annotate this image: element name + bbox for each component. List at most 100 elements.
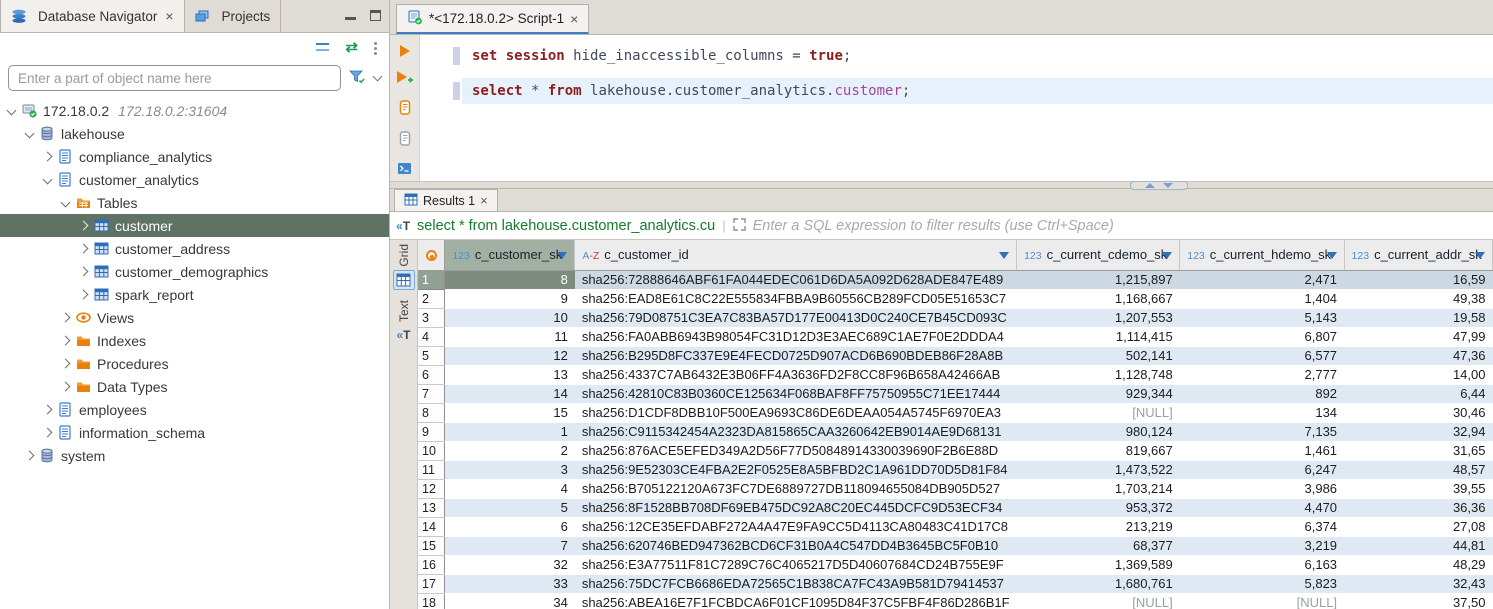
tree-item-172-18-0-2[interactable]: 172.18.0.2172.18.0.2:31604 (0, 99, 389, 122)
cell-c_current_hdemo_sk[interactable]: 1,404 (1180, 289, 1344, 308)
column-dropdown-icon[interactable] (999, 252, 1009, 259)
presentation-tab-text[interactable]: Text «T (393, 300, 415, 345)
cell-c_current_cdemo_sk[interactable]: 929,344 (1017, 384, 1180, 403)
cell-c_current_addr_sk[interactable]: 37,50 (1344, 593, 1492, 609)
row-number[interactable]: 2 (418, 289, 445, 308)
cell-c_current_hdemo_sk[interactable]: 2,471 (1180, 270, 1344, 289)
cell-c_customer_sk[interactable]: 13 (445, 365, 575, 384)
row-number[interactable]: 18 (418, 593, 445, 609)
sql-editor-content[interactable]: set session hide_inaccessible_columns = … (420, 35, 1493, 181)
cell-c_customer_sk[interactable]: 2 (445, 441, 575, 460)
column-header-c_current_addr_sk[interactable]: 123c_current_addr_sk (1344, 240, 1492, 270)
collapse-node-icon[interactable] (7, 106, 17, 116)
cell-c_current_cdemo_sk[interactable]: 1,168,667 (1017, 289, 1180, 308)
view-menu-icon[interactable] (374, 42, 377, 45)
row-number[interactable]: 3 (418, 308, 445, 327)
cell-c_current_hdemo_sk[interactable]: 3,219 (1180, 536, 1344, 555)
collapse-node-icon[interactable] (61, 198, 71, 208)
cell-c_current_addr_sk[interactable]: 44,81 (1344, 536, 1492, 555)
cell-c_current_cdemo_sk[interactable]: 1,703,214 (1017, 479, 1180, 498)
cell-c_current_cdemo_sk[interactable]: 953,372 (1017, 498, 1180, 517)
expand-node-icon[interactable] (61, 336, 71, 346)
collapse-node-icon[interactable] (25, 129, 35, 139)
cell-c_customer_sk[interactable]: 10 (445, 308, 575, 327)
execute-new-tab-icon[interactable] (396, 70, 413, 87)
cell-c_customer_id[interactable]: sha256:79D08751C3EA7C83BA57D177E00413D0C… (575, 308, 1017, 327)
cell-c_current_addr_sk[interactable]: 19,58 (1344, 308, 1492, 327)
cell-c_current_hdemo_sk[interactable]: 134 (1180, 403, 1344, 422)
cell-c_current_hdemo_sk[interactable]: 1,461 (1180, 441, 1344, 460)
cell-c_current_hdemo_sk[interactable]: 892 (1180, 384, 1344, 403)
cell-c_current_addr_sk[interactable]: 27,08 (1344, 517, 1492, 536)
tree-item-customer-address[interactable]: customer_address (0, 237, 389, 260)
cell-c_current_addr_sk[interactable]: 16,59 (1344, 270, 1492, 289)
cell-c_current_hdemo_sk[interactable]: 6,577 (1180, 346, 1344, 365)
column-dropdown-icon[interactable] (1475, 252, 1485, 259)
row-number[interactable]: 8 (418, 403, 445, 422)
cell-c_current_cdemo_sk[interactable]: 980,124 (1017, 422, 1180, 441)
cell-c_current_hdemo_sk[interactable]: 6,374 (1180, 517, 1344, 536)
cell-c_current_cdemo_sk[interactable]: 1,207,553 (1017, 308, 1180, 327)
cell-c_customer_id[interactable]: sha256:D1CDF8DBB10F500EA9693C86DE6DEAA05… (575, 403, 1017, 422)
close-tab-icon[interactable]: × (165, 8, 173, 24)
cell-c_current_cdemo_sk[interactable]: [NULL] (1017, 593, 1180, 609)
sql-line[interactable]: set session hide_inaccessible_columns = … (420, 43, 1493, 69)
cell-c_current_addr_sk[interactable]: 30,46 (1344, 403, 1492, 422)
presentation-tab-grid[interactable]: Grid (393, 244, 415, 290)
column-header-c_customer_sk[interactable]: 123c_customer_sk (445, 240, 575, 270)
expand-node-icon[interactable] (61, 313, 71, 323)
cell-c_customer_sk[interactable]: 4 (445, 479, 575, 498)
cell-c_current_cdemo_sk[interactable]: 1,128,748 (1017, 365, 1180, 384)
cell-c_current_addr_sk[interactable]: 32,94 (1344, 422, 1492, 441)
expand-node-icon[interactable] (79, 221, 89, 231)
cell-c_current_cdemo_sk[interactable]: 68,377 (1017, 536, 1180, 555)
cell-c_customer_sk[interactable]: 14 (445, 384, 575, 403)
cell-c_current_addr_sk[interactable]: 31,65 (1344, 441, 1492, 460)
cell-c_customer_id[interactable]: sha256:12CE35EFDABF272A4A47E9FA9CC5D4113… (575, 517, 1017, 536)
cell-c_current_addr_sk[interactable]: 49,38 (1344, 289, 1492, 308)
cell-c_customer_id[interactable]: sha256:ABEA16E7F1FCBDCA6F01CF1095D84F37C… (575, 593, 1017, 609)
cell-c_current_addr_sk[interactable]: 39,55 (1344, 479, 1492, 498)
link-with-editor-icon[interactable]: ⇄ (345, 40, 358, 55)
cell-c_customer_sk[interactable]: 5 (445, 498, 575, 517)
expand-node-icon[interactable] (61, 359, 71, 369)
row-number[interactable]: 4 (418, 327, 445, 346)
tab-sql-script[interactable]: *<172.18.0.2> Script-1 × (396, 4, 589, 34)
column-dropdown-icon[interactable] (1327, 252, 1337, 259)
tree-item-procedures[interactable]: Procedures (0, 352, 389, 375)
cell-c_customer_id[interactable]: sha256:4337C7AB6432E3B06FF4A3636FD2F8CC8… (575, 365, 1017, 384)
cell-c_customer_sk[interactable]: 1 (445, 422, 575, 441)
column-header-c_current_cdemo_sk[interactable]: 123c_current_cdemo_sk (1017, 240, 1180, 270)
row-number[interactable]: 14 (418, 517, 445, 536)
expand-node-icon[interactable] (79, 267, 89, 277)
cell-c_current_hdemo_sk[interactable]: 7,135 (1180, 422, 1344, 441)
expand-node-icon[interactable] (79, 290, 89, 300)
open-console-icon[interactable] (397, 162, 412, 178)
execute-statement-icon[interactable] (400, 45, 410, 57)
cell-c_current_hdemo_sk[interactable]: 5,823 (1180, 574, 1344, 593)
cell-c_current_cdemo_sk[interactable]: 1,369,589 (1017, 555, 1180, 574)
expand-node-icon[interactable] (43, 405, 53, 415)
tree-item-data-types[interactable]: Data Types (0, 375, 389, 398)
cell-c_customer_id[interactable]: sha256:620746BED947362BCD6CF31B0A4C547DD… (575, 536, 1017, 555)
cell-c_current_addr_sk[interactable]: 36,36 (1344, 498, 1492, 517)
splitter-handle[interactable] (1130, 181, 1188, 190)
select-all-corner[interactable] (418, 240, 445, 270)
collapse-up-icon[interactable] (1145, 183, 1155, 188)
tree-item-customer-demographics[interactable]: customer_demographics (0, 260, 389, 283)
close-tab-icon[interactable]: × (570, 11, 578, 27)
cell-c_customer_id[interactable]: sha256:C9115342454A2323DA815865CAA326064… (575, 422, 1017, 441)
cell-c_current_hdemo_sk[interactable]: 6,807 (1180, 327, 1344, 346)
cell-c_customer_sk[interactable]: 33 (445, 574, 575, 593)
row-number[interactable]: 11 (418, 460, 445, 479)
expand-node-icon[interactable] (43, 428, 53, 438)
row-number[interactable]: 13 (418, 498, 445, 517)
expand-filter-icon[interactable] (733, 218, 746, 234)
column-dropdown-icon[interactable] (1162, 252, 1172, 259)
collapse-down-icon[interactable] (1163, 183, 1173, 188)
tree-item-compliance-analytics[interactable]: compliance_analytics (0, 145, 389, 168)
expand-node-icon[interactable] (25, 451, 35, 461)
column-header-c_current_hdemo_sk[interactable]: 123c_current_hdemo_sk (1180, 240, 1344, 270)
row-number[interactable]: 7 (418, 384, 445, 403)
row-number[interactable]: 5 (418, 346, 445, 365)
